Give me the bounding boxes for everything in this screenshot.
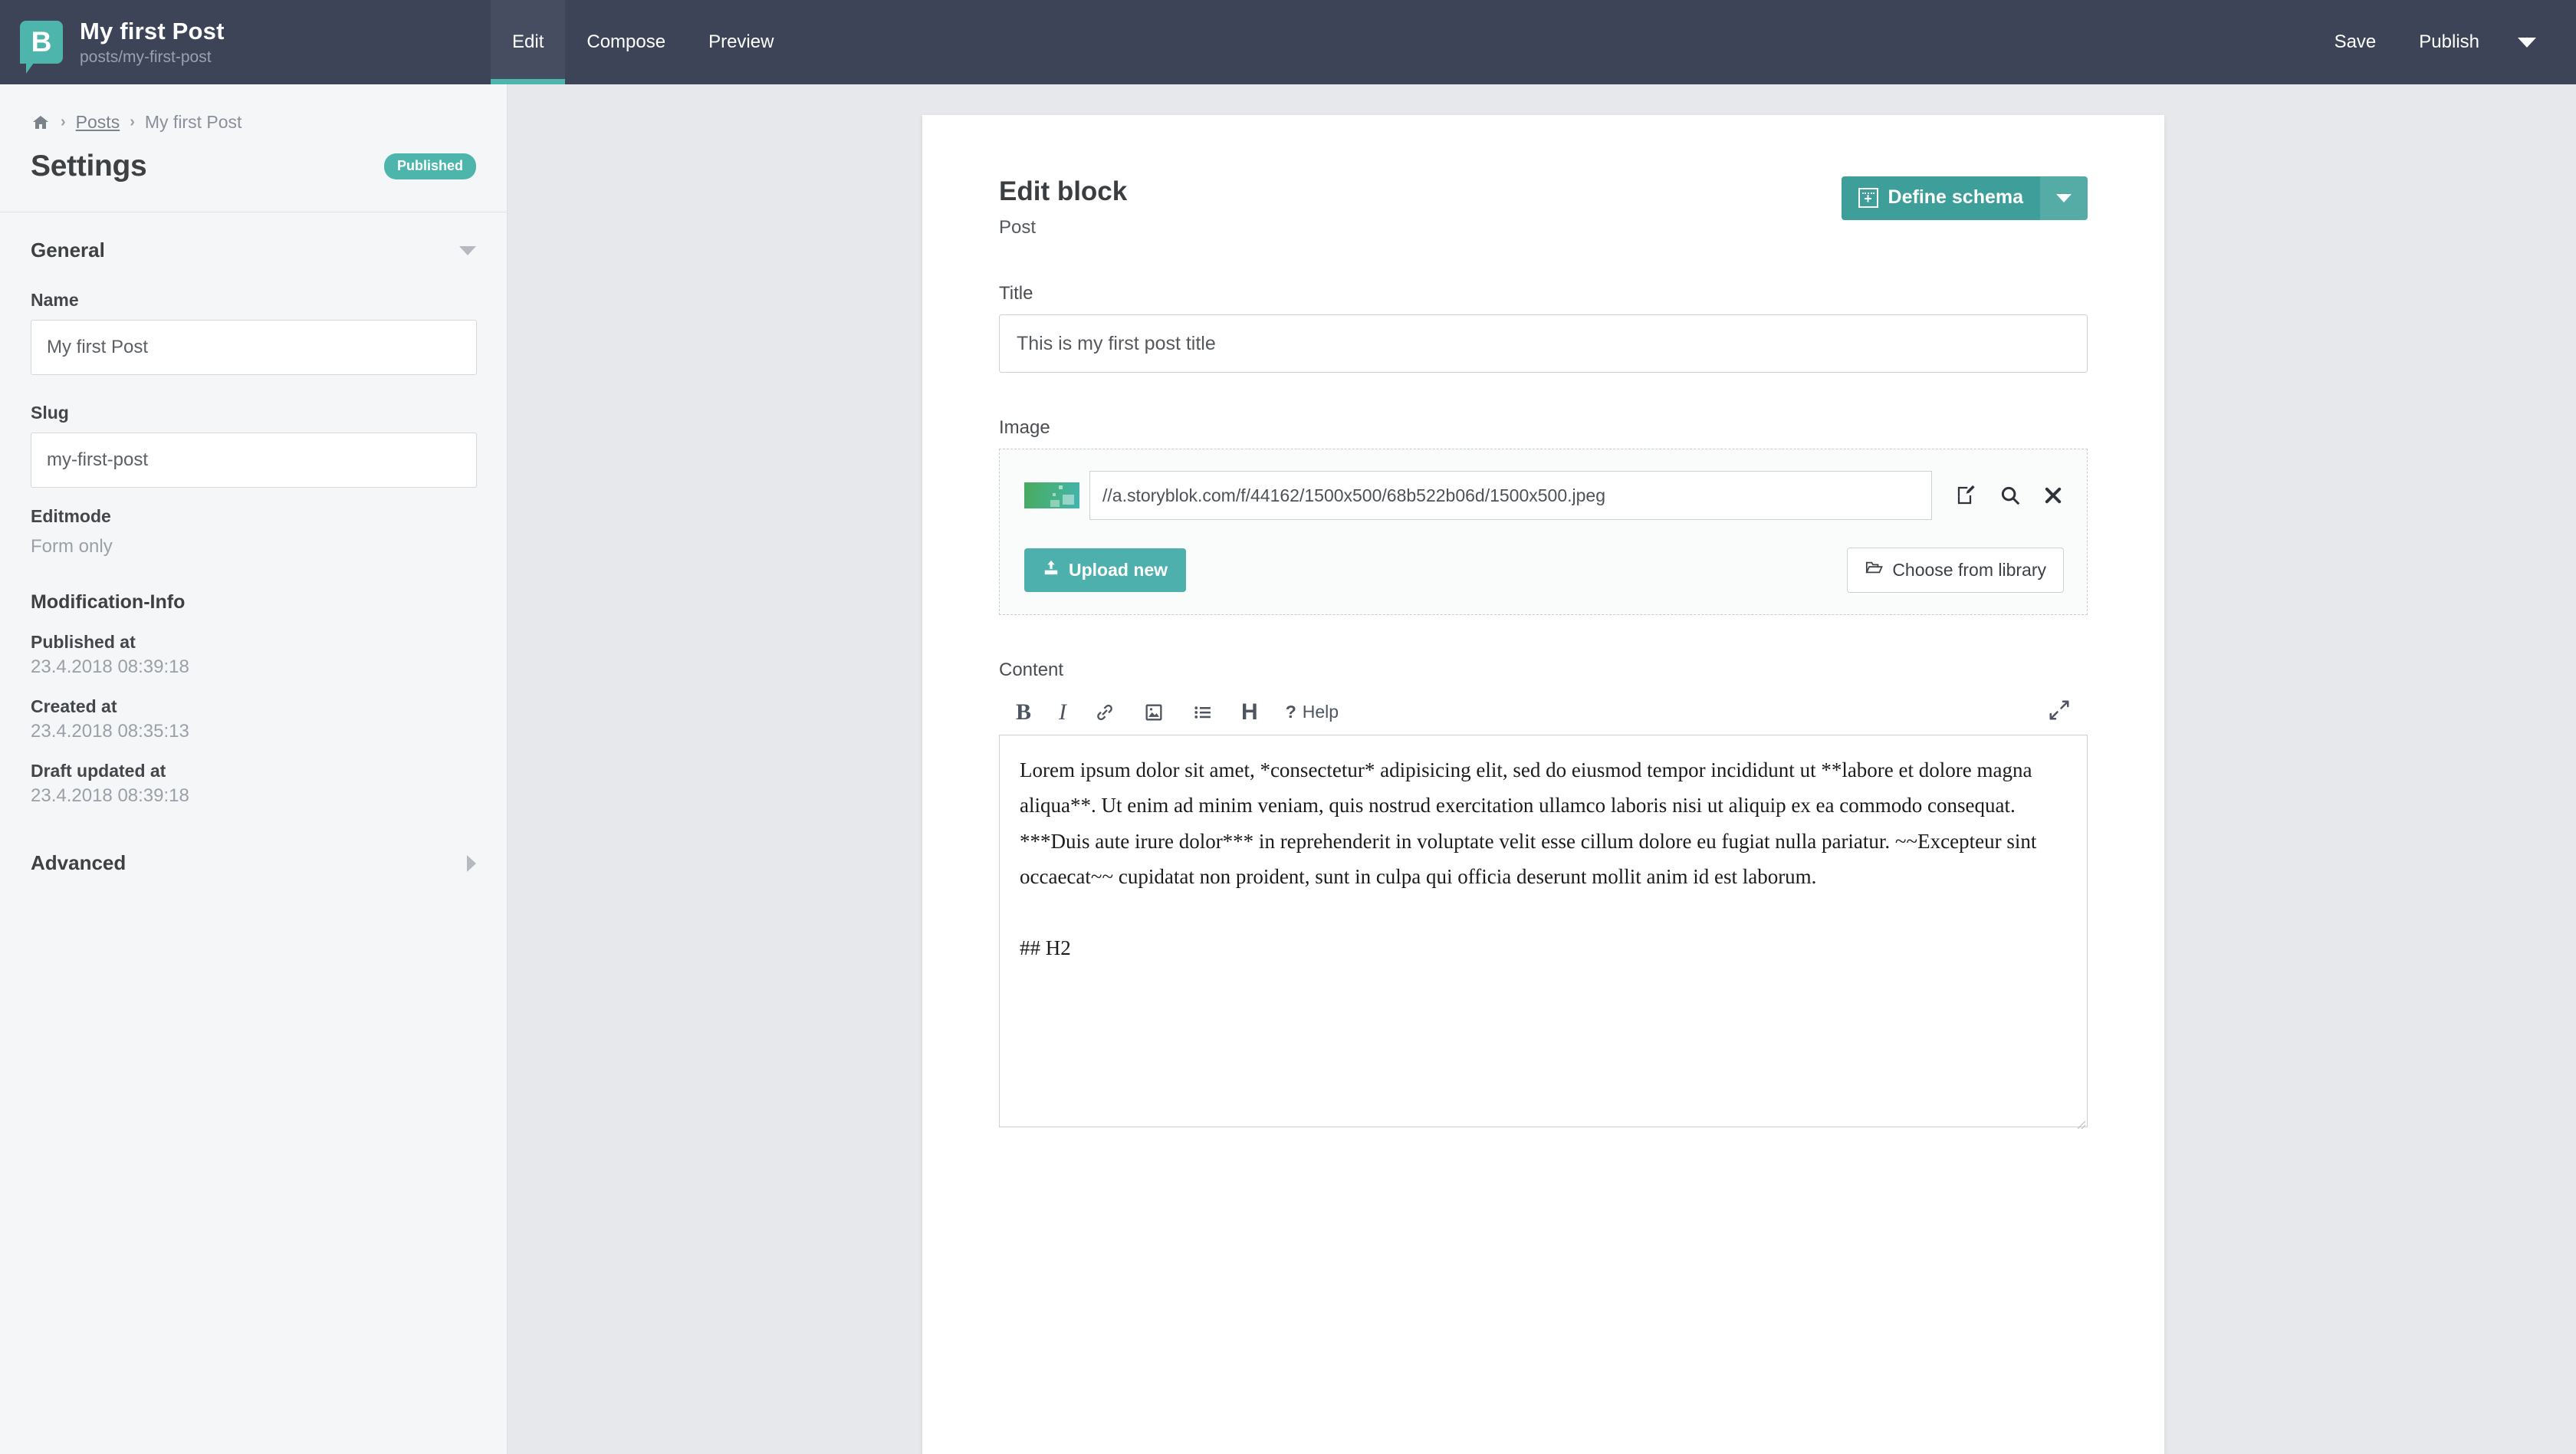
brand-text: My first Post posts/my-first-post <box>80 18 225 67</box>
draft-updated-at-value: 23.4.2018 08:39:18 <box>31 785 189 806</box>
link-icon[interactable] <box>1094 702 1116 723</box>
general-fields: Name Slug Editmode Form only Modificatio… <box>0 290 507 807</box>
search-asset-icon[interactable] <box>1999 484 2022 507</box>
status-badge: Published <box>383 153 476 179</box>
sidebar-section-general[interactable]: General <box>0 212 507 262</box>
tab-edit[interactable]: Edit <box>491 0 566 84</box>
upload-new-label: Upload new <box>1069 559 1168 580</box>
define-schema-button[interactable]: Define schema <box>1841 176 2040 220</box>
home-icon[interactable] <box>31 113 51 132</box>
chevron-down-icon <box>2056 194 2072 202</box>
upload-icon <box>1043 559 1060 581</box>
storyblok-logo-icon[interactable]: B <box>20 21 63 74</box>
chevron-down-icon <box>2518 37 2536 48</box>
bullet-list-icon[interactable] <box>1192 702 1214 723</box>
breadcrumb-separator-2: › <box>130 113 135 130</box>
define-schema-label: Define schema <box>1888 186 2023 208</box>
choose-from-library-button[interactable]: Choose from library <box>1847 548 2064 593</box>
heading-icon[interactable]: H <box>1241 699 1258 725</box>
top-bar-actions: Save Publish <box>2313 0 2576 84</box>
sidebar-section-advanced[interactable]: Advanced <box>0 825 507 875</box>
content-field-label: Content <box>999 660 1064 680</box>
name-input[interactable] <box>31 320 477 375</box>
fullscreen-expand-icon[interactable] <box>2048 699 2071 725</box>
breadcrumb: › Posts › My first Post <box>0 84 507 133</box>
panel-subtitle: Post <box>999 217 1037 238</box>
choose-from-library-label: Choose from library <box>1892 559 2046 580</box>
image-asset-box: Upload new Choose from library <box>999 449 2088 615</box>
name-label: Name <box>31 290 79 310</box>
settings-header: Settings Published <box>0 133 507 183</box>
breadcrumb-item-posts[interactable]: Posts <box>76 112 120 133</box>
remove-asset-icon[interactable] <box>2042 485 2064 506</box>
upload-new-button[interactable]: Upload new <box>1024 548 1187 592</box>
created-at-label: Created at <box>31 696 117 716</box>
editor-canvas: Edit block Post Define schema Title Ima <box>508 84 2576 1454</box>
image-url-input[interactable] <box>1089 471 1932 520</box>
question-mark-icon: ? <box>1285 702 1296 722</box>
panel-title-block: Edit block Post <box>999 176 1127 238</box>
image-asset-buttons: Upload new Choose from library <box>1024 548 2064 593</box>
edit-block-panel: Edit block Post Define schema Title Ima <box>922 115 2164 1454</box>
save-button[interactable]: Save <box>2313 0 2398 84</box>
settings-sidebar: › Posts › My first Post Settings Publish… <box>0 84 508 1454</box>
content-editor-wrap: Lorem ipsum dolor sit amet, *consectetur… <box>999 735 2088 1131</box>
help-button[interactable]: ? Help <box>1286 702 1339 722</box>
define-schema-dropdown-button[interactable] <box>2040 176 2088 220</box>
logo-letter: B <box>31 26 52 58</box>
edit-asset-icon[interactable] <box>1955 484 1978 507</box>
folder-open-icon <box>1865 559 1884 581</box>
tab-compose[interactable]: Compose <box>565 0 687 84</box>
published-at-label: Published at <box>31 632 136 652</box>
tab-preview[interactable]: Preview <box>687 0 795 84</box>
editmode-label: Editmode <box>31 506 111 526</box>
brand-block: B My first Post posts/my-first-post <box>0 0 491 84</box>
chevron-right-icon <box>467 854 476 872</box>
image-icon[interactable] <box>1143 702 1165 723</box>
top-tabs: Edit Compose Preview <box>491 0 795 84</box>
breadcrumb-item-current: My first Post <box>144 112 242 132</box>
slug-input[interactable] <box>31 433 477 488</box>
image-asset-actions <box>1955 484 2064 507</box>
image-thumbnail[interactable] <box>1024 482 1079 508</box>
modification-info-heading: Modification-Info <box>31 591 186 613</box>
top-bar: B My first Post posts/my-first-post Edit… <box>0 0 2576 84</box>
page-title: Settings <box>31 150 147 183</box>
app-title: My first Post <box>80 17 225 44</box>
published-at-value: 23.4.2018 08:39:18 <box>31 656 189 677</box>
publish-button[interactable]: Publish <box>2397 0 2501 84</box>
image-field-label: Image <box>999 417 1050 438</box>
app-subtitle-path: posts/my-first-post <box>80 48 212 66</box>
publish-options-button[interactable] <box>2501 0 2553 84</box>
image-asset-row <box>1024 471 2064 520</box>
breadcrumb-separator-1: › <box>61 113 66 130</box>
title-input[interactable] <box>999 314 2088 373</box>
title-field-label: Title <box>999 283 1033 304</box>
content-textarea[interactable]: Lorem ipsum dolor sit amet, *consectetur… <box>999 735 2088 1127</box>
chevron-down-icon <box>459 245 476 255</box>
section-label-general: General <box>31 238 105 262</box>
define-schema-button-group: Define schema <box>1841 176 2088 220</box>
created-at-value: 23.4.2018 08:35:13 <box>31 721 189 742</box>
panel-header: Edit block Post Define schema <box>999 176 2088 238</box>
help-label: Help <box>1302 702 1339 722</box>
section-label-advanced: Advanced <box>31 851 127 874</box>
schema-grid-plus-icon <box>1858 187 1878 208</box>
italic-icon[interactable]: I <box>1059 699 1066 725</box>
bold-icon[interactable]: B <box>1016 699 1031 725</box>
markdown-toolbar: B I H ? Help <box>999 691 2088 735</box>
draft-updated-at-label: Draft updated at <box>31 761 166 781</box>
slug-label: Slug <box>31 403 69 423</box>
editmode-value: Form only <box>31 536 113 557</box>
panel-title: Edit block <box>999 176 1128 206</box>
